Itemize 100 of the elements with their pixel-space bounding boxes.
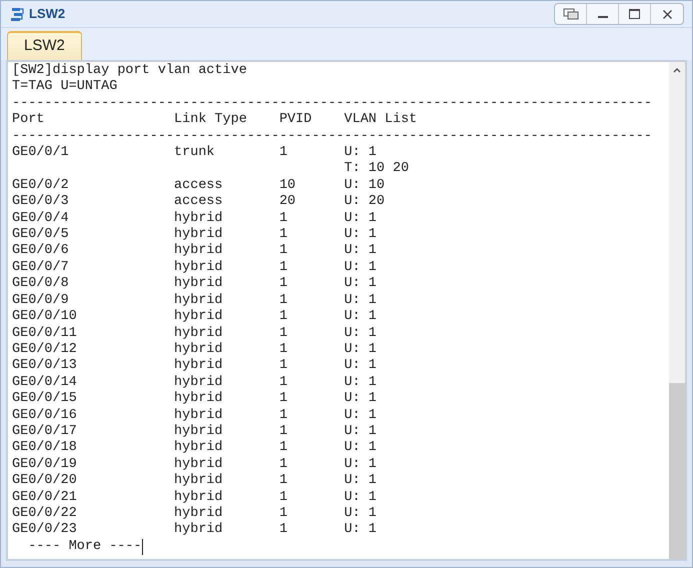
link-type-cell: trunk — [174, 145, 215, 162]
pvid-cell: 1 — [279, 440, 288, 457]
column-header: Port — [12, 112, 44, 129]
vlan-list-cell: T: 10 20 — [344, 161, 409, 178]
minimize-icon — [598, 16, 608, 18]
link-type-cell: hybrid — [174, 473, 223, 490]
close-icon — [662, 10, 672, 18]
port-cell: GE0/0/16 — [12, 408, 77, 424]
scrollbar-thumb[interactable] — [669, 383, 685, 559]
port-cell: GE0/0/15 — [12, 391, 77, 408]
pvid-cell: 1 — [279, 473, 288, 490]
pvid-cell: 1 — [279, 292, 288, 310]
link-type-cell-text: hybrid — [174, 210, 223, 227]
cascade-windows-icon — [562, 8, 578, 20]
vlan-list-cell: U: 1 — [344, 374, 377, 392]
vlan-list-cell: U: 1 — [344, 424, 377, 440]
pvid-cell: 1 — [279, 506, 288, 522]
tab[interactable]: LSW2 — [7, 31, 82, 60]
port-cell-text: GE0/0/2 — [12, 178, 69, 194]
window-title: LSW2 — [29, 5, 66, 24]
port-cell: GE0/0/6 — [12, 243, 69, 260]
port-cell: GE0/0/18 — [12, 440, 77, 457]
vlan-list-cell: U: 1 — [344, 227, 377, 244]
port-cell: GE0/0/20 — [12, 473, 77, 490]
link-type-cell: hybrid — [174, 243, 223, 260]
port-cell-text: GE0/0/17 — [12, 424, 77, 440]
vlan-list-cell: U: 1 — [344, 358, 377, 375]
pvid-cell: 1 — [279, 358, 288, 375]
text-cursor — [142, 538, 143, 555]
port-cell: GE0/0/3 — [12, 194, 69, 211]
port-cell: GE0/0/23 — [12, 522, 77, 539]
link-type-cell-text: hybrid — [174, 506, 223, 522]
link-type-cell-text: hybrid — [174, 342, 223, 358]
link-type-cell-text: hybrid — [174, 374, 223, 391]
link-type-cell-text: hybrid — [174, 260, 223, 276]
column-header: Link Type — [174, 112, 247, 129]
vlan-list-cell: U: 1 — [344, 408, 377, 424]
pvid-cell: 1 — [279, 243, 288, 260]
vlan-list-cell: U: 1 — [344, 326, 377, 342]
port-cell-text: GE0/0/9 — [12, 292, 69, 309]
vlan-list-cell: U: 1 — [344, 391, 377, 408]
vlan-list-cell: U: 1 — [344, 490, 377, 506]
vlan-list-cell: U: 1 — [344, 292, 377, 310]
port-cell: GE0/0/21 — [12, 490, 77, 506]
terminal-line: T=TAG U=UNTAG — [12, 79, 118, 96]
pvid-cell: 10 — [279, 178, 296, 194]
pvid-cell: 1 — [279, 522, 288, 539]
link-type-cell-text: hybrid — [174, 424, 223, 440]
pvid-cell: 1 — [279, 490, 288, 506]
vlan-list-cell: U: 1 — [344, 522, 377, 539]
network-device-icon — [9, 6, 25, 22]
column-header: PVID — [279, 112, 312, 129]
pvid-cell: 1 — [279, 145, 288, 162]
pvid-cell: 1 — [279, 424, 288, 440]
pvid-cell: 1 — [279, 342, 288, 358]
separator-line: ------------------------------------------------------------------------------- — [12, 96, 652, 112]
pvid-cell: 20 — [279, 194, 296, 211]
terminal-line: [SW2]display port vlan active — [12, 63, 247, 80]
maximize-icon — [629, 9, 640, 19]
port-cell-text: GE0/0/22 — [12, 506, 77, 522]
link-type-cell-text: hybrid — [174, 456, 223, 473]
link-type-cell: access — [174, 194, 223, 211]
column-header: VLAN List — [344, 112, 418, 129]
more-prompt: ---- More ---- — [28, 538, 142, 556]
link-type-cell-text: hybrid — [174, 227, 223, 243]
link-type-cell: hybrid — [174, 440, 223, 457]
port-cell-text: GE0/0/5 — [12, 227, 69, 243]
pvid-cell: 1 — [279, 260, 288, 276]
vlan-list-cell: U: 1 — [344, 506, 377, 522]
link-type-cell: hybrid — [174, 276, 223, 293]
vlan-list-cell: U: 1 — [344, 276, 377, 293]
pvid-cell: 1 — [279, 391, 288, 408]
link-type-cell: hybrid — [174, 408, 223, 424]
pvid-cell: 1 — [279, 374, 288, 392]
scroll-up-icon[interactable] — [673, 67, 681, 73]
port-cell: GE0/0/1 — [12, 145, 69, 162]
pvid-cell: 1 — [279, 276, 288, 293]
link-type-cell: hybrid — [174, 326, 223, 342]
vlan-list-cell: U: 1 — [344, 440, 377, 457]
pvid-cell: 1 — [279, 309, 288, 326]
pvid-cell: 1 — [279, 210, 288, 228]
pvid-cell: 1 — [279, 227, 288, 244]
link-type-cell: access — [174, 178, 223, 194]
link-type-cell: hybrid — [174, 358, 223, 375]
port-cell-text: GE0/0/19 — [12, 456, 77, 473]
port-cell: GE0/0/10 — [12, 309, 77, 326]
port-cell: GE0/0/11 — [12, 326, 77, 342]
vlan-list-cell: U: 1 — [344, 473, 377, 490]
vlan-list-cell: U: 1 — [344, 210, 377, 228]
vlan-list-cell: U: 10 — [344, 178, 385, 194]
vlan-list-cell: U: 1 — [344, 145, 377, 162]
link-type-cell: hybrid — [174, 391, 223, 408]
link-type-cell: hybrid — [174, 490, 223, 506]
port-cell-text: GE0/0/4 — [12, 210, 69, 227]
port-cell: GE0/0/13 — [12, 358, 77, 375]
pvid-cell: 1 — [279, 456, 288, 474]
vlan-list-cell: U: 20 — [344, 194, 385, 211]
port-cell: GE0/0/8 — [12, 276, 69, 293]
vlan-list-cell: U: 1 — [344, 243, 377, 260]
pvid-cell: 1 — [279, 326, 288, 342]
